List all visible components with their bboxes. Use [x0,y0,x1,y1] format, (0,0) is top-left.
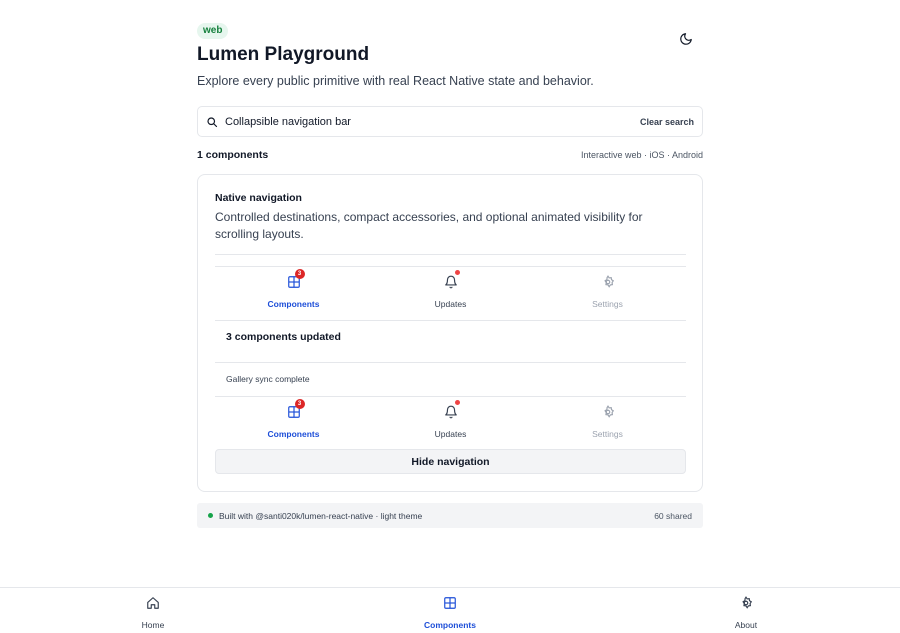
notification-dot [454,400,460,405]
nav-item-label: Components [267,429,320,439]
moon-icon [680,33,692,45]
status-dot [208,513,213,518]
nav-item-updates[interactable]: Updates [372,266,529,321]
grid-icon: 3 [286,399,305,420]
gear-icon [739,596,753,615]
nav-item-settings[interactable]: Settings [529,266,686,321]
gear-icon [600,404,616,420]
grid-icon: 3 [286,269,305,290]
search-icon [206,115,219,128]
updated-title: 3 components updated [226,331,341,343]
bottom-tab-bar: Home Components About [0,587,900,633]
nav-item-label: Components [267,299,320,309]
tab-label: About [734,620,758,630]
navbar-bottom-border [215,320,686,321]
bell-icon [443,270,460,290]
nav-badge: 3 [294,399,305,409]
notification-dot [454,270,460,275]
nav-item-settings[interactable]: Settings [529,396,686,451]
gear-icon [600,274,616,290]
results-count: 1 components [197,149,269,161]
nav-badge: 3 [294,269,305,279]
platform-badge: web [197,23,229,39]
built-with-text: Built with @santi020k/lumen-react-native… [219,510,423,521]
search-input[interactable]: Collapsible navigation bar [225,116,640,128]
page-subtitle: Explore every public primitive with real… [197,74,594,88]
tab-about[interactable]: About [701,596,791,630]
shared-count: 60 shared [654,510,692,521]
tab-label: Components [424,620,476,630]
bell-icon [443,400,460,420]
nav-item-label: Updates [434,299,467,309]
tab-components[interactable]: Components [405,596,495,630]
card-description: Controlled destinations, compact accesso… [215,210,643,241]
footer-bar: Built with @santi020k/lumen-react-native… [197,503,703,528]
component-card: Native navigation Controlled destination… [197,174,703,492]
tab-home[interactable]: Home [108,596,198,630]
nav-item-components[interactable]: 3 Components [215,396,372,451]
divider [215,362,686,363]
status-text: Gallery sync complete [226,374,310,384]
grid-icon [443,596,457,615]
navigation-bar-preview-compact: 3 Components Updates Settings [215,396,686,451]
hide-navigation-button[interactable]: Hide navigation [215,449,686,474]
nav-item-updates[interactable]: Updates [372,396,529,451]
navigation-bar-preview: 3 Components Updates Settings [215,266,686,321]
theme-toggle-button[interactable] [675,28,697,50]
page-title: Lumen Playground [197,44,370,65]
home-icon [146,596,160,615]
search-field[interactable]: Collapsible navigation bar Clear search [197,106,703,137]
nav-item-components[interactable]: 3 Components [215,266,372,321]
divider [215,254,686,255]
platforms-label: Interactive web · iOS · Android [580,150,703,160]
nav-item-label: Settings [592,299,623,309]
nav-item-label: Settings [592,429,623,439]
clear-search-button[interactable]: Clear search [640,117,694,127]
card-title: Native navigation [215,192,302,204]
tab-label: Home [141,620,165,630]
nav-item-label: Updates [434,429,467,439]
